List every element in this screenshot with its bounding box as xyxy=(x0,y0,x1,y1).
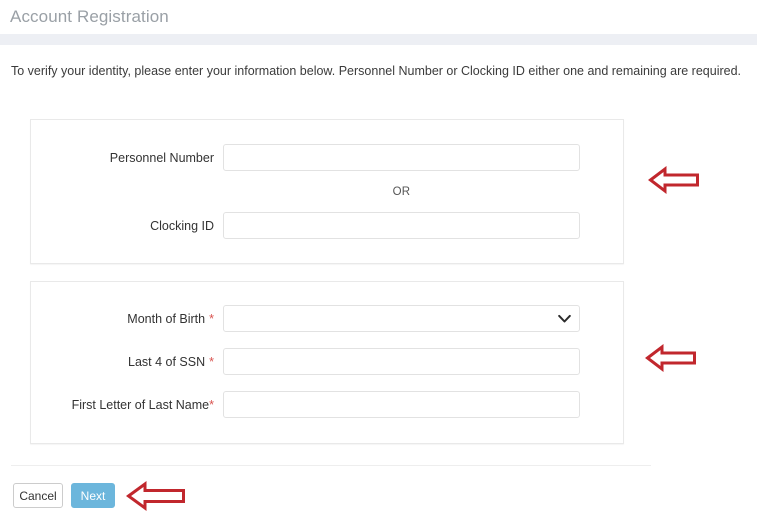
last4-ssn-input[interactable] xyxy=(223,348,580,375)
last4-ssn-label: Last 4 of SSN * xyxy=(31,354,223,370)
arrow-verify-panel-icon xyxy=(645,343,697,373)
month-of-birth-select[interactable] xyxy=(223,305,580,332)
month-of-birth-label: Month of Birth * xyxy=(31,311,223,327)
clocking-id-input[interactable] xyxy=(223,212,580,239)
clocking-id-row: Clocking ID xyxy=(31,212,623,239)
last4-ssn-required-asterisk: * xyxy=(209,354,214,369)
month-of-birth-required-asterisk: * xyxy=(209,311,214,326)
footer-actions: Cancel Next xyxy=(13,483,115,508)
footer-divider xyxy=(11,465,651,466)
page-title: Account Registration xyxy=(10,7,169,26)
personnel-number-row: Personnel Number xyxy=(31,144,623,171)
last4-ssn-label-text: Last 4 of SSN xyxy=(128,354,206,369)
month-of-birth-label-text: Month of Birth xyxy=(127,311,206,326)
month-of-birth-select-wrap[interactable] xyxy=(223,305,580,332)
first-letter-last-name-label-text: First Letter of Last Name xyxy=(71,397,210,412)
first-letter-last-name-input[interactable] xyxy=(223,391,580,418)
next-button[interactable]: Next xyxy=(71,483,115,508)
cancel-button[interactable]: Cancel xyxy=(13,483,63,508)
intro-instructions: To verify your identity, please enter yo… xyxy=(11,64,742,78)
clocking-id-label: Clocking ID xyxy=(150,218,214,233)
page-header: Account Registration xyxy=(0,0,757,34)
or-divider-row: OR xyxy=(31,186,623,198)
first-letter-last-name-label: First Letter of Last Name* xyxy=(31,397,223,413)
identity-panel: Personnel Number OR Clocking ID xyxy=(30,119,624,264)
arrow-next-button-icon xyxy=(125,481,186,511)
personnel-number-label: Personnel Number xyxy=(109,150,214,165)
header-divider-band xyxy=(0,34,757,45)
or-divider-label: OR xyxy=(392,186,411,198)
personnel-number-input[interactable] xyxy=(223,144,580,171)
first-letter-last-name-required-asterisk: * xyxy=(209,397,214,412)
last4-ssn-row: Last 4 of SSN * xyxy=(31,348,623,375)
verification-panel: Month of Birth * Last 4 of SSN * First Let… xyxy=(30,281,624,444)
month-of-birth-row: Month of Birth * xyxy=(31,305,623,332)
arrow-identity-panel-icon xyxy=(648,165,700,195)
first-letter-last-name-row: First Letter of Last Name* xyxy=(31,391,623,418)
